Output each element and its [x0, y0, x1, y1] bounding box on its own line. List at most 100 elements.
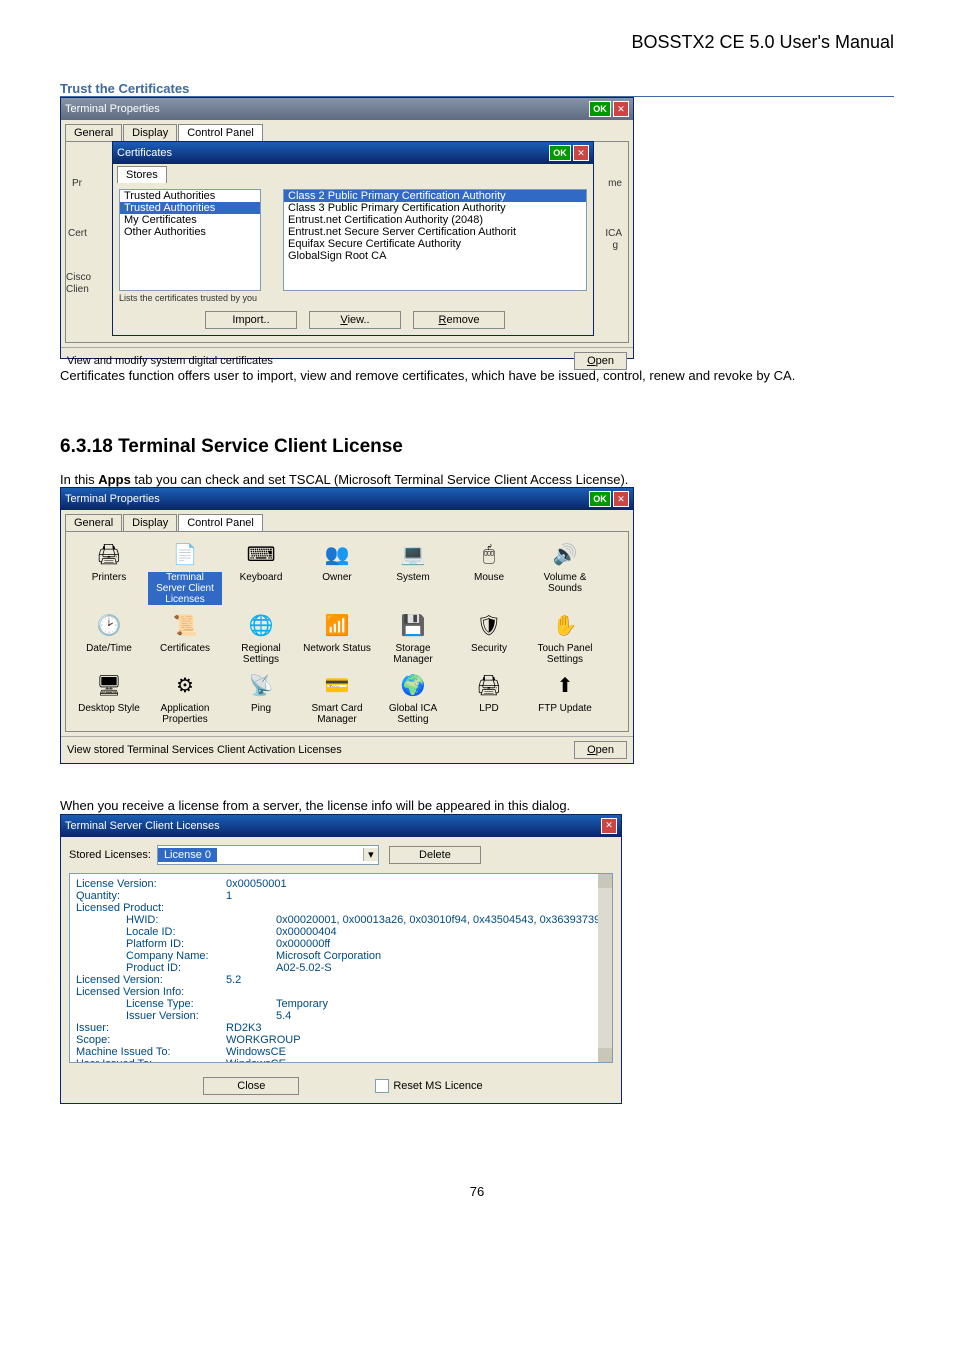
window-ok-button[interactable]: OK: [589, 101, 611, 117]
window-close-button[interactable]: ✕: [573, 145, 589, 161]
cp-icon: 📡: [245, 669, 277, 701]
control-panel-item[interactable]: 🖱Mouse: [452, 538, 526, 583]
control-panel-item[interactable]: 🌍Global ICA Setting: [376, 669, 450, 725]
control-panel-item[interactable]: ⚙Application Properties: [148, 669, 222, 725]
tab-general[interactable]: General: [65, 514, 122, 531]
cp-icon: 🛡: [473, 609, 505, 641]
cp-icon: 🖨: [93, 538, 125, 570]
license-key: Scope:: [76, 1034, 226, 1046]
list-item[interactable]: Entrust.net Certification Authority (204…: [284, 214, 586, 226]
cp-item-label: Security: [471, 643, 507, 654]
open-button[interactable]: Open: [574, 352, 627, 370]
cp-icon: ⬆: [549, 669, 581, 701]
screenshot-1: Terminal Properties OK ✕ General Display…: [60, 97, 632, 362]
page-header: BOSSTX2 CE 5.0 User's Manual: [60, 32, 894, 53]
control-panel-item[interactable]: 🖨LPD: [452, 669, 526, 714]
license-detail-row: Licensed Version Info:: [76, 986, 606, 998]
stored-licenses-select[interactable]: License 0 ▾: [157, 845, 379, 865]
page-number: 76: [60, 1184, 894, 1199]
open-button[interactable]: Open: [574, 741, 627, 759]
license-detail-row: Licensed Product:: [76, 902, 606, 914]
license-detail-row: HWID:0x00020001, 0x00013a26, 0x03010f94,…: [76, 914, 606, 926]
license-detail-row: Licensed Version:5.2: [76, 974, 606, 986]
license-key: License Version:: [76, 878, 226, 890]
tab-stores[interactable]: Stores: [117, 166, 167, 183]
list-item[interactable]: My Certificates: [120, 214, 260, 226]
window-ok-button[interactable]: OK: [549, 145, 571, 161]
scroll-up-icon[interactable]: [598, 874, 612, 888]
status-text: View stored Terminal Services Client Act…: [67, 744, 342, 756]
stored-licenses-label: Stored Licenses:: [69, 849, 151, 861]
dropdown-icon[interactable]: ▾: [363, 848, 378, 861]
control-panel-item[interactable]: ⬆ FTP Update: [528, 669, 602, 714]
cp-item-label: LPD: [479, 703, 498, 714]
control-panel-item[interactable]: 🛡 Security: [452, 609, 526, 654]
list-item[interactable]: Entrust.net Secure Server Certification …: [284, 226, 586, 238]
tab-control-panel[interactable]: Control Panel: [178, 124, 263, 141]
store-type-list[interactable]: Trusted Authorities Trusted Authorities …: [119, 189, 261, 291]
license-value: WindowsCE: [226, 1058, 286, 1063]
control-panel-item[interactable]: 📶Network Status: [300, 609, 374, 654]
control-panel-item[interactable]: 📡Ping: [224, 669, 298, 714]
control-panel-item[interactable]: 📄Terminal Server Client Licenses: [148, 538, 222, 605]
scroll-down-icon[interactable]: [598, 1048, 612, 1062]
list-item[interactable]: Trusted Authorities: [120, 190, 260, 202]
tab-display[interactable]: Display: [123, 514, 177, 531]
section2-intro: In this Apps tab you can check and set T…: [60, 472, 894, 488]
control-panel-item[interactable]: 📜Certificates: [148, 609, 222, 654]
reset-licence-checkbox[interactable]: Reset MS Licence: [375, 1079, 482, 1093]
license-detail-row: Issuer Version:5.4: [76, 1010, 606, 1022]
cp-item-label: Network Status: [303, 643, 371, 654]
cp-item-label: FTP Update: [538, 703, 592, 714]
cp-item-label: Owner: [322, 572, 351, 583]
bg-text: Clien: [66, 284, 89, 295]
list-item[interactable]: Class 3 Public Primary Certification Aut…: [284, 202, 586, 214]
window-close-button[interactable]: ✕: [613, 491, 629, 507]
tab-control-panel[interactable]: Control Panel: [178, 514, 263, 531]
cp-item-label: Regional Settings: [224, 643, 298, 665]
cp-icon: 📄: [169, 538, 201, 570]
cp-icon: ⌨: [245, 538, 277, 570]
license-key: Machine Issued To:: [76, 1046, 226, 1058]
license-value: WORKGROUP: [226, 1034, 301, 1046]
terminal-properties-titlebar-dim: Terminal Properties OK ✕: [61, 98, 633, 120]
control-panel-item[interactable]: ✋Touch Panel Settings: [528, 609, 602, 665]
control-panel-item[interactable]: 🖥Desktop Style: [72, 669, 146, 714]
window-close-button[interactable]: ✕: [613, 101, 629, 117]
bg-text: me: [608, 178, 622, 189]
control-panel-item[interactable]: 🕑Date/Time: [72, 609, 146, 654]
list-item[interactable]: Other Authorities: [120, 226, 260, 238]
scrollbar[interactable]: [598, 874, 612, 1062]
control-panel-item[interactable]: 💻System: [376, 538, 450, 583]
list-item[interactable]: Class 2 Public Primary Certification Aut…: [284, 190, 586, 202]
window-title: Terminal Server Client Licenses: [65, 820, 601, 832]
list-item[interactable]: GlobalSign Root CA: [284, 250, 586, 262]
tab-general[interactable]: General: [65, 124, 122, 141]
license-detail-row: Machine Issued To:WindowsCE: [76, 1046, 606, 1058]
license-value: 1: [226, 890, 232, 902]
control-panel-item[interactable]: 👥Owner: [300, 538, 374, 583]
tab-display[interactable]: Display: [123, 124, 177, 141]
license-detail-row: Scope:WORKGROUP: [76, 1034, 606, 1046]
bg-text: Cisco: [66, 272, 91, 283]
view-button[interactable]: View..: [309, 311, 401, 329]
control-panel-item[interactable]: 💳Smart Card Manager: [300, 669, 374, 725]
close-button[interactable]: Close: [203, 1077, 299, 1095]
control-panel-item[interactable]: 🌐Regional Settings: [224, 609, 298, 665]
import-button[interactable]: Import..: [205, 311, 297, 329]
control-panel-item[interactable]: 🔊Volume & Sounds: [528, 538, 602, 594]
checkbox-icon[interactable]: [375, 1079, 389, 1093]
license-detail-row: License Version:0x00050001: [76, 878, 606, 890]
list-item[interactable]: Equifax Secure Certificate Authority: [284, 238, 586, 250]
control-panel-item[interactable]: 🖨Printers: [72, 538, 146, 583]
window-ok-button[interactable]: OK: [589, 491, 611, 507]
certificate-list[interactable]: Class 2 Public Primary Certification Aut…: [283, 189, 587, 291]
window-close-button[interactable]: ✕: [601, 818, 617, 834]
delete-button[interactable]: Delete: [389, 846, 481, 864]
remove-button[interactable]: Remove: [413, 311, 505, 329]
control-panel-item[interactable]: 💾Storage Manager: [376, 609, 450, 665]
list-item[interactable]: Trusted Authorities: [120, 202, 260, 214]
license-value: 0x00000404: [276, 926, 337, 938]
control-panel-item[interactable]: ⌨Keyboard: [224, 538, 298, 583]
control-panel-grid: 🖨Printers📄Terminal Server Client License…: [72, 538, 622, 725]
